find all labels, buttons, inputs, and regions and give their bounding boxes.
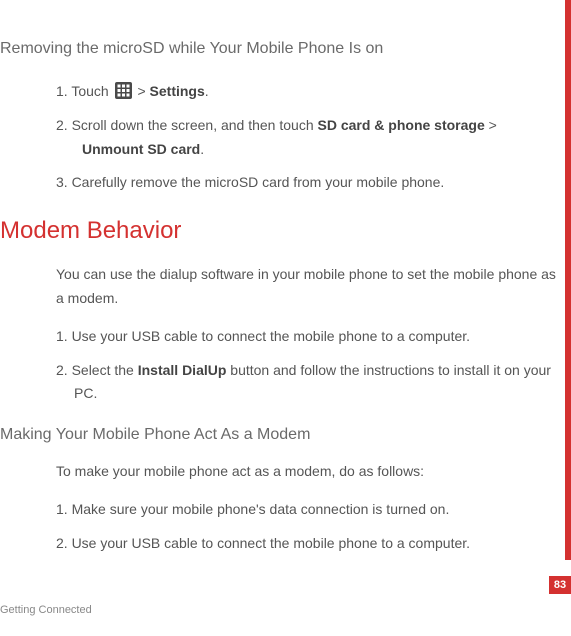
heading-modem-behavior: Modem Behavior (0, 217, 561, 245)
step2-text-a: 2. Scroll down the screen, and then touc… (56, 117, 318, 133)
unmount-label: Unmount SD card (82, 141, 200, 157)
footer-section-name: Getting Connected (0, 604, 92, 616)
settings-label: Settings (150, 83, 205, 99)
step-1-touch-settings: 1. Touch > Settings. (56, 80, 561, 104)
apps-grid-icon (115, 82, 132, 99)
step1-text-b: > (134, 83, 150, 99)
step1-text-d: . (205, 83, 209, 99)
page-number-tab: 83 (549, 576, 571, 594)
modem-step-1: 1. Use your USB cable to connect the mob… (56, 325, 561, 349)
sd-storage-label: SD card & phone storage (318, 117, 485, 133)
act-modem-step-1: 1. Make sure your mobile phone's data co… (56, 498, 561, 522)
heading-remove-microsd: Removing the microSD while Your Mobile P… (0, 40, 561, 58)
act-modem-step-2: 2. Use your USB cable to connect the mob… (56, 532, 561, 556)
install-dialup-label: Install DialUp (138, 362, 227, 378)
step1-text-a: 1. Touch (56, 83, 113, 99)
modem-intro-text: You can use the dialup software in your … (56, 263, 561, 311)
step-2-scroll-touch: 2. Scroll down the screen, and then touc… (56, 114, 561, 162)
step-3-remove-card: 3. Carefully remove the microSD card fro… (56, 171, 561, 195)
modem-step-2: 2. Select the Install DialUp button and … (56, 359, 561, 407)
heading-act-as-modem: Making Your Mobile Phone Act As a Modem (0, 426, 561, 444)
step2-text-e: . (200, 141, 204, 157)
document-page: Removing the microSD while Your Mobile P… (0, 0, 571, 556)
step2-text-c: > (485, 117, 497, 133)
act-modem-intro: To make your mobile phone act as a modem… (56, 460, 561, 484)
side-accent-bar (565, 0, 571, 560)
modem-step2-a: 2. Select the (56, 362, 138, 378)
